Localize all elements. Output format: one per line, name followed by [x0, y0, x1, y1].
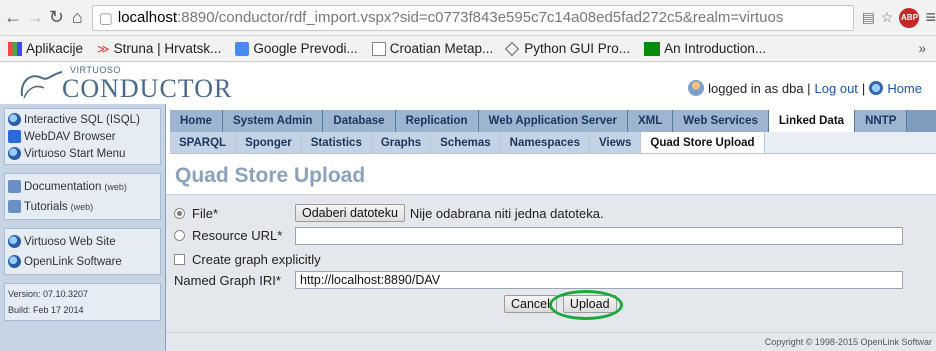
separator: |: [861, 80, 866, 96]
documentation-icon: [8, 180, 21, 193]
copyright-text: Copyright © 1998-2015 OpenLink Softwar: [764, 337, 932, 347]
logo-text: CONDUCTOR: [62, 74, 233, 103]
tab-home[interactable]: Home: [170, 110, 223, 132]
file-label: File*: [192, 205, 219, 221]
bookmark-apps[interactable]: Aplikacije: [8, 41, 83, 56]
resource-row: Resource URL*: [174, 228, 282, 243]
url-host: localhost: [117, 9, 178, 26]
website-icon: [8, 235, 21, 248]
resource-label: Resource URL*: [192, 228, 283, 243]
tab-web-services[interactable]: Web Services: [673, 110, 769, 132]
google-translate-icon: [235, 41, 250, 56]
graph-iri-input[interactable]: http://localhost:8890/DAV: [295, 271, 903, 289]
subtab-graphs[interactable]: Graphs: [371, 132, 432, 153]
menu-icon[interactable]: ≡: [925, 7, 936, 28]
user-icon: [688, 80, 705, 96]
sidebar: Interactive SQL (ISQL) WebDAV Browser Vi…: [0, 104, 166, 351]
main-content: Quad Store Upload File* Odaberi datoteku…: [166, 154, 936, 351]
tutorials-icon: [8, 200, 21, 213]
apps-icon: [8, 41, 22, 56]
file-radio[interactable]: [174, 207, 185, 219]
subtab-namespaces[interactable]: Namespaces: [500, 132, 590, 153]
bookmark-python[interactable]: Python GUI Pro...: [505, 41, 630, 56]
browser-toolbar: ← → ↻ ⌂ ▢ localhost:8890/conductor/rdf_i…: [0, 0, 936, 36]
start-menu-icon: [8, 147, 21, 160]
forward-icon[interactable]: →: [26, 7, 44, 29]
sidebar-item-website[interactable]: Virtuoso Web Site: [8, 233, 157, 250]
green-square-icon: [644, 41, 661, 56]
sub-tabs: SPARQL Sponger Statistics Graphs Schemas…: [170, 132, 936, 154]
resource-radio[interactable]: [174, 230, 185, 241]
resource-url-input[interactable]: [295, 227, 903, 245]
adblock-icon[interactable]: ABP: [899, 7, 920, 28]
sidebar-group-tools: Interactive SQL (ISQL) WebDAV Browser Vi…: [4, 108, 161, 165]
back-icon[interactable]: ←: [4, 7, 22, 29]
build-text: Build: Feb 17 2014: [8, 305, 84, 315]
no-file-text: Nije odabrana niti jedna datoteka.: [409, 205, 604, 221]
logout-link[interactable]: Log out: [815, 81, 858, 96]
tab-system-admin[interactable]: System Admin: [222, 110, 324, 132]
choose-file-button[interactable]: Odaberi datoteku: [295, 204, 405, 222]
home-link-icon: [869, 81, 884, 95]
tab-xml[interactable]: XML: [628, 110, 674, 132]
create-graph-label: Create graph explicitly: [192, 252, 321, 267]
upload-highlight-ellipse: [549, 290, 623, 320]
tab-web-application-server[interactable]: Web Application Server: [478, 110, 628, 132]
version-box: Version: 07.10.3207 Build: Feb 17 2014: [4, 283, 161, 321]
tab-linked-data[interactable]: Linked Data: [768, 110, 856, 132]
home-link[interactable]: Home: [887, 81, 922, 96]
upload-form: File* Odaberi datoteku Nije odabrana nit…: [166, 194, 936, 332]
tab-replication[interactable]: Replication: [395, 110, 479, 132]
sidebar-group-links: Virtuoso Web Site OpenLink Software: [4, 228, 161, 275]
page-title: Quad Store Upload: [175, 164, 366, 187]
subtab-views[interactable]: Views: [589, 132, 642, 153]
sidebar-group-docs: Documentation (web) Tutorials (web): [4, 173, 161, 220]
tab-nntp[interactable]: NNTP: [855, 110, 908, 132]
create-graph-row: Create graph explicitly: [174, 252, 321, 267]
user-box: logged in as dba | Log out | Home: [688, 80, 922, 96]
page-icon: [371, 41, 386, 56]
subtab-statistics[interactable]: Statistics: [301, 132, 372, 153]
subtab-sponger[interactable]: Sponger: [236, 132, 302, 153]
python-icon: [505, 41, 520, 56]
bookmarks-more[interactable]: »: [918, 41, 926, 56]
sidebar-item-isql[interactable]: Interactive SQL (ISQL): [8, 111, 157, 128]
sidebar-item-tutorials[interactable]: Tutorials (web): [8, 198, 157, 215]
page-header: VIRTUOSO CONDUCTOR logged in as dba | Lo…: [0, 62, 936, 104]
sidebar-item-openlink[interactable]: OpenLink Software: [8, 253, 157, 270]
address-bar[interactable]: ▢ localhost:8890/conductor/rdf_import.vs…: [91, 4, 854, 31]
virtuoso-logo-icon: [20, 71, 63, 99]
create-graph-checkbox[interactable]: [174, 254, 185, 265]
reload-icon[interactable]: ↻: [48, 7, 65, 29]
logged-in-text: logged in as dba |: [708, 80, 811, 96]
home-icon[interactable]: ⌂: [69, 7, 86, 29]
page-icon: ▢: [98, 9, 113, 27]
graph-iri-label: Named Graph IRI*: [174, 273, 281, 288]
page-footer: Copyright © 1998-2015 OpenLink Softwar: [166, 332, 936, 351]
main-tabs: Home System Admin Database Replication W…: [170, 110, 936, 132]
bookmark-struna[interactable]: ≫ Struna | Hrvatsk...: [97, 41, 221, 56]
url-path: :8890/conductor/rdf_import.vspx?sid=c077…: [177, 9, 784, 26]
translate-icon[interactable]: ▤: [862, 9, 875, 26]
bookmark-croatian[interactable]: Croatian Metap...: [371, 41, 493, 56]
bookmark-intro[interactable]: An Introduction...: [644, 41, 766, 56]
bookmark-google[interactable]: Google Prevodi...: [235, 41, 358, 56]
isql-icon: [8, 113, 21, 126]
version-text: Version: 07.10.3207: [8, 289, 89, 299]
file-row: File* Odaberi datoteku Nije odabrana nit…: [174, 204, 604, 222]
subtab-schemas[interactable]: Schemas: [431, 132, 501, 153]
sidebar-item-webdav[interactable]: WebDAV Browser: [8, 128, 157, 145]
star-icon[interactable]: ☆: [881, 9, 894, 26]
tab-database[interactable]: Database: [323, 110, 396, 132]
sidebar-item-start-menu[interactable]: Virtuoso Start Menu: [8, 145, 157, 162]
openlink-icon: [8, 255, 21, 268]
subtab-quad-store-upload[interactable]: Quad Store Upload: [641, 132, 765, 153]
webdav-icon: [8, 130, 21, 143]
graph-iri-row: Named Graph IRI*: [174, 273, 281, 288]
sidebar-item-documentation[interactable]: Documentation (web): [8, 178, 157, 195]
bookmarks-bar: Aplikacije ≫ Struna | Hrvatsk... Google P…: [0, 36, 936, 62]
subtab-sparql[interactable]: SPARQL: [170, 132, 237, 153]
struna-icon: ≫: [97, 41, 110, 56]
